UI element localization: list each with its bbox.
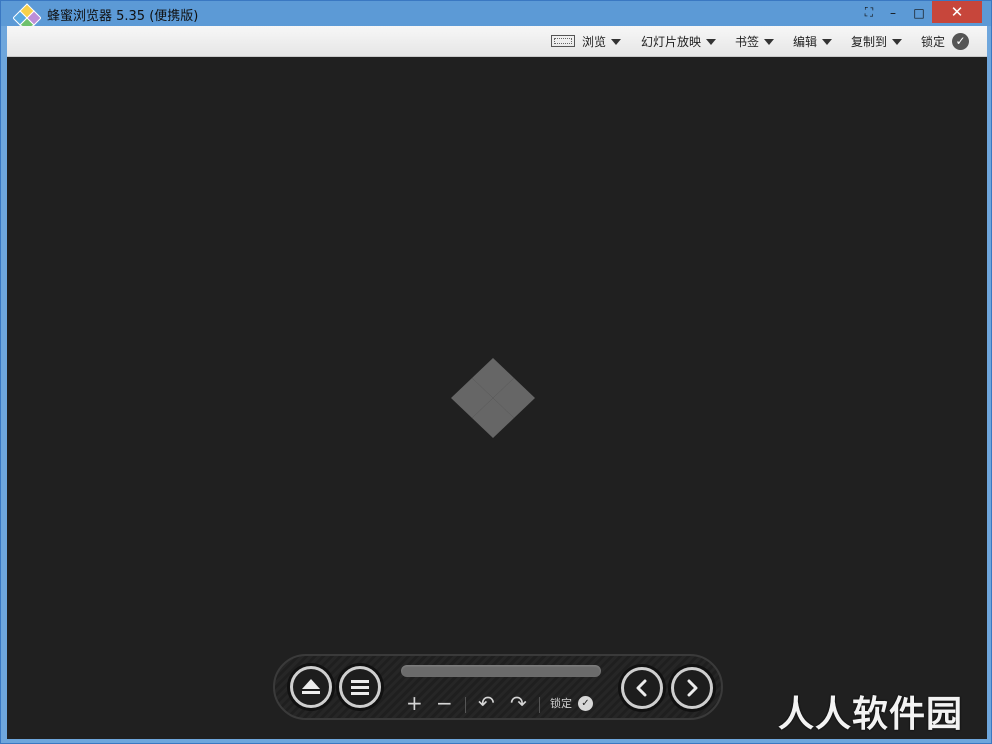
hamburger-menu-icon	[351, 680, 369, 695]
edit-label: 编辑	[793, 34, 818, 49]
browse-label: 浏览	[582, 34, 607, 49]
open-file-button[interactable]	[290, 666, 332, 708]
chevron-down-icon	[764, 38, 775, 45]
chevron-down-icon	[822, 38, 833, 45]
minimize-button[interactable]: –	[881, 1, 905, 24]
chevron-right-icon	[687, 679, 698, 697]
progress-track[interactable]	[401, 665, 601, 677]
previous-button[interactable]	[621, 667, 663, 709]
app-window: 蜂蜜浏览器 5.35 (便携版) ⛶ – □ ✕ 浏览 幻灯片放映 书签 编辑 …	[0, 0, 992, 744]
bookmarks-label: 书签	[735, 34, 760, 49]
edit-menu[interactable]: 编辑	[793, 26, 833, 56]
separator	[465, 697, 466, 713]
slideshow-menu[interactable]: 幻灯片放映	[641, 26, 717, 56]
browse-menu[interactable]: 浏览	[551, 26, 622, 56]
copy-to-menu[interactable]: 复制到	[851, 26, 903, 56]
check-icon: ✓	[578, 695, 593, 711]
menu-button[interactable]	[339, 666, 381, 708]
placeholder-logo-icon	[451, 358, 535, 438]
slideshow-label: 幻灯片放映	[641, 34, 702, 49]
bottom-control-bar: + − ↶ ↷ 锁定 ✓	[273, 654, 723, 720]
separator	[539, 697, 540, 713]
rotate-right-button[interactable]: ↷	[510, 693, 527, 713]
check-icon: ✓	[952, 32, 970, 50]
next-button[interactable]	[671, 667, 713, 709]
lock-label: 锁定	[550, 697, 572, 710]
main-toolbar: 浏览 幻灯片放映 书签 编辑 复制到 锁定 ✓	[7, 26, 987, 57]
window-title: 蜂蜜浏览器 5.35 (便携版)	[47, 9, 199, 24]
eject-icon	[302, 679, 320, 694]
lock-toggle-bottom[interactable]: 锁定 ✓	[550, 695, 593, 711]
lock-toggle[interactable]: 锁定 ✓	[921, 26, 970, 56]
copy-to-label: 复制到	[851, 34, 888, 49]
chevron-down-icon	[706, 38, 717, 45]
fullscreen-button[interactable]: ⛶	[857, 1, 881, 24]
zoom-in-button[interactable]: +	[406, 693, 423, 713]
close-button[interactable]: ✕	[932, 1, 982, 23]
bookmarks-menu[interactable]: 书签	[735, 26, 775, 56]
chevron-left-icon	[636, 679, 647, 697]
chevron-down-icon	[892, 38, 903, 45]
lock-label: 锁定	[921, 34, 946, 49]
title-bar[interactable]: 蜂蜜浏览器 5.35 (便携版) ⛶ – □ ✕	[1, 1, 991, 29]
image-viewer-area[interactable]: + − ↶ ↷ 锁定 ✓	[7, 57, 987, 739]
watermark: 人人软件园	[778, 694, 964, 735]
chevron-down-icon	[611, 38, 622, 45]
rotate-left-button[interactable]: ↶	[478, 693, 495, 713]
fullscreen-frame-icon	[551, 35, 575, 47]
maximize-button[interactable]: □	[907, 1, 931, 24]
zoom-out-button[interactable]: −	[436, 693, 453, 713]
